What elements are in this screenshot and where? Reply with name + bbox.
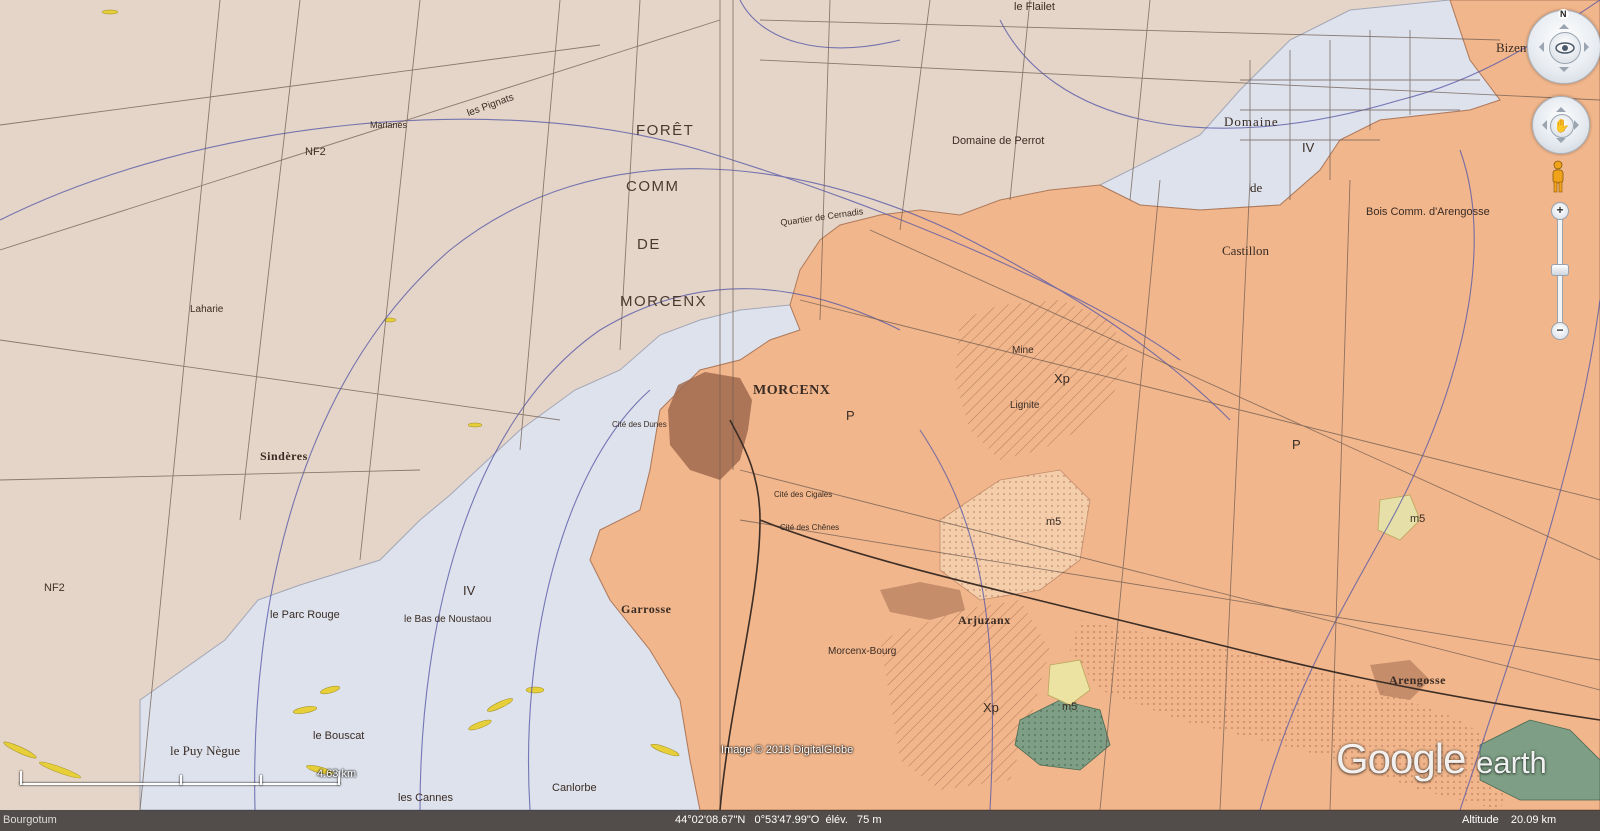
place-cite-des-cigales: Cité des Cigales — [774, 490, 833, 499]
place-castillon: Castillon — [1222, 243, 1269, 258]
town-label-laharie: Laharie — [190, 304, 224, 315]
forest-label-1: FORÊT — [636, 122, 695, 139]
imagery-credit: Image © 2018 DigitalGlobe — [721, 744, 854, 756]
yellow-lens — [525, 686, 545, 694]
logo-google-text: Google — [1336, 735, 1466, 782]
status-left-text: Bourgotum — [3, 814, 57, 826]
geologic-map[interactable] — [0, 0, 1600, 831]
unit-label-iv-northeast: IV — [1302, 140, 1315, 155]
town-label-sinderes: Sindères — [260, 449, 308, 463]
place-mine-north: Mine — [1012, 345, 1034, 356]
unit-label-nf2-north: NF2 — [305, 146, 326, 158]
forest-label-3: DE — [637, 236, 661, 253]
compass-north-label[interactable]: N — [1558, 9, 1569, 19]
eye-icon[interactable] — [1549, 32, 1581, 64]
place-cite-des-dunes: Cité des Dunes — [612, 420, 667, 429]
town-label-arjuzanx: Arjuzanx — [958, 613, 1011, 627]
scale-tick — [20, 771, 22, 785]
scale-tick — [260, 775, 262, 785]
pan-up-arrow[interactable] — [1556, 102, 1566, 112]
place-cite-des-chenes: Cité des Chênes — [780, 523, 840, 532]
look-down-arrow[interactable] — [1559, 67, 1569, 77]
forest-label-2: COMM — [626, 178, 680, 195]
zoom-in-button[interactable]: + — [1551, 202, 1569, 220]
hand-icon[interactable]: ✋ — [1550, 114, 1574, 138]
zoom-slider[interactable]: + − — [1548, 202, 1570, 340]
zoom-out-button[interactable]: − — [1551, 322, 1569, 340]
look-up-arrow[interactable] — [1559, 19, 1569, 29]
unit-label-xp-north: Xp — [1054, 371, 1070, 386]
place-parc-rouge: le Parc Rouge — [270, 609, 340, 621]
place-le-bouscat: le Bouscat — [313, 730, 365, 742]
look-joystick[interactable]: N — [1527, 9, 1600, 84]
place-puy-negue: le Puy Nègue — [170, 743, 241, 758]
unit-label-xp-south: Xp — [983, 700, 999, 715]
pan-down-arrow[interactable] — [1556, 138, 1566, 148]
street-view-pegman-icon[interactable] — [1551, 160, 1565, 194]
town-label-garrosse: Garrosse — [621, 602, 672, 616]
scale-label: 4.63 km — [317, 768, 357, 780]
yellow-lens — [467, 422, 483, 428]
town-label-arengosse: Arengosse — [1389, 673, 1446, 687]
move-joystick[interactable]: ✋ — [1532, 96, 1590, 154]
unit-label-m5-center: m5 — [1046, 516, 1062, 528]
place-bas-de-noustaou: le Bas de Noustaou — [404, 614, 492, 625]
place-domaine: Domaine — [1224, 114, 1279, 129]
place-bizen: Bizen — [1496, 40, 1527, 55]
look-left-arrow[interactable] — [1534, 42, 1544, 52]
unit-label-p-east: P — [1292, 437, 1301, 452]
place-le-flailet: le Flailet — [1014, 1, 1055, 13]
place-domaine-de-perrot: Domaine de Perrot — [952, 135, 1045, 147]
logo-earth-text: earth — [1476, 745, 1547, 780]
pan-left-arrow[interactable] — [1537, 120, 1547, 130]
place-marlanes: Marlanes — [370, 120, 408, 130]
scale-bar: 4.63 km — [20, 768, 356, 787]
scale-tick — [180, 775, 182, 785]
unit-label-iv-west: IV — [463, 583, 476, 598]
place-les-cannes: les Cannes — [398, 792, 454, 804]
unit-label-m5-south: m5 — [1062, 701, 1078, 713]
status-altitude: Altitude 20.09 km — [1462, 814, 1557, 826]
pan-right-arrow[interactable] — [1574, 120, 1584, 130]
status-coordinates: 44°02'08.67"N 0°53'47.99"O élév. 75 m — [675, 814, 882, 826]
google-earth-logo: Google earth — [1336, 735, 1547, 783]
town-label-morcenx: MORCENX — [753, 383, 831, 398]
place-morcenx-bourg: Morcenx-Bourg — [828, 646, 897, 657]
unit-label-p-center: P — [846, 408, 855, 423]
zoom-thumb[interactable] — [1551, 264, 1569, 276]
unit-label-nf2-west: NF2 — [44, 582, 65, 594]
forest-label-4: MORCENX — [620, 293, 708, 310]
yellow-lens — [101, 9, 119, 15]
place-bois-arengosse: Bois Comm. d'Arengosse — [1366, 206, 1490, 218]
status-bar: Bourgotum 44°02'08.67"N 0°53'47.99"O élé… — [0, 810, 1600, 831]
unit-label-m5-east: m5 — [1410, 513, 1426, 525]
place-canlorbe: Canlorbe — [552, 782, 597, 794]
look-right-arrow[interactable] — [1584, 42, 1594, 52]
place-lignite-north: Lignite — [1010, 400, 1040, 411]
place-de: de — [1250, 180, 1263, 195]
